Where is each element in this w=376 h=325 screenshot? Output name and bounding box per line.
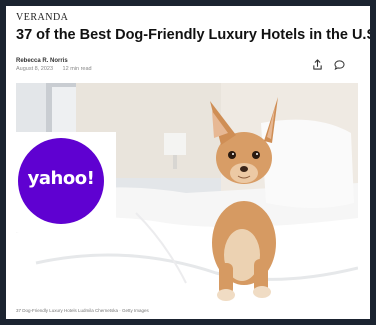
comment-icon[interactable] [334,60,345,70]
read-time: 12 min read [62,66,92,72]
share-icon[interactable] [312,59,323,70]
article-headline: 37 of the Best Dog-Friendly Luxury Hotel… [16,27,370,43]
author-name[interactable]: Rebecca R. Norris [16,58,68,64]
yahoo-logo-text: yahoo! [27,168,95,189]
publish-date: August 8, 2023 [16,66,54,72]
publication-logo[interactable]: VERANDA [16,12,68,23]
article-meta: August 8, 2023 12 min read [16,66,100,72]
yahoo-logo: yahoo! [18,138,104,224]
yahoo-badge: yahoo! [6,132,116,232]
photo-caption: 37 Dog-Friendly Luxury Hotels Ludmila Ch… [16,308,149,313]
